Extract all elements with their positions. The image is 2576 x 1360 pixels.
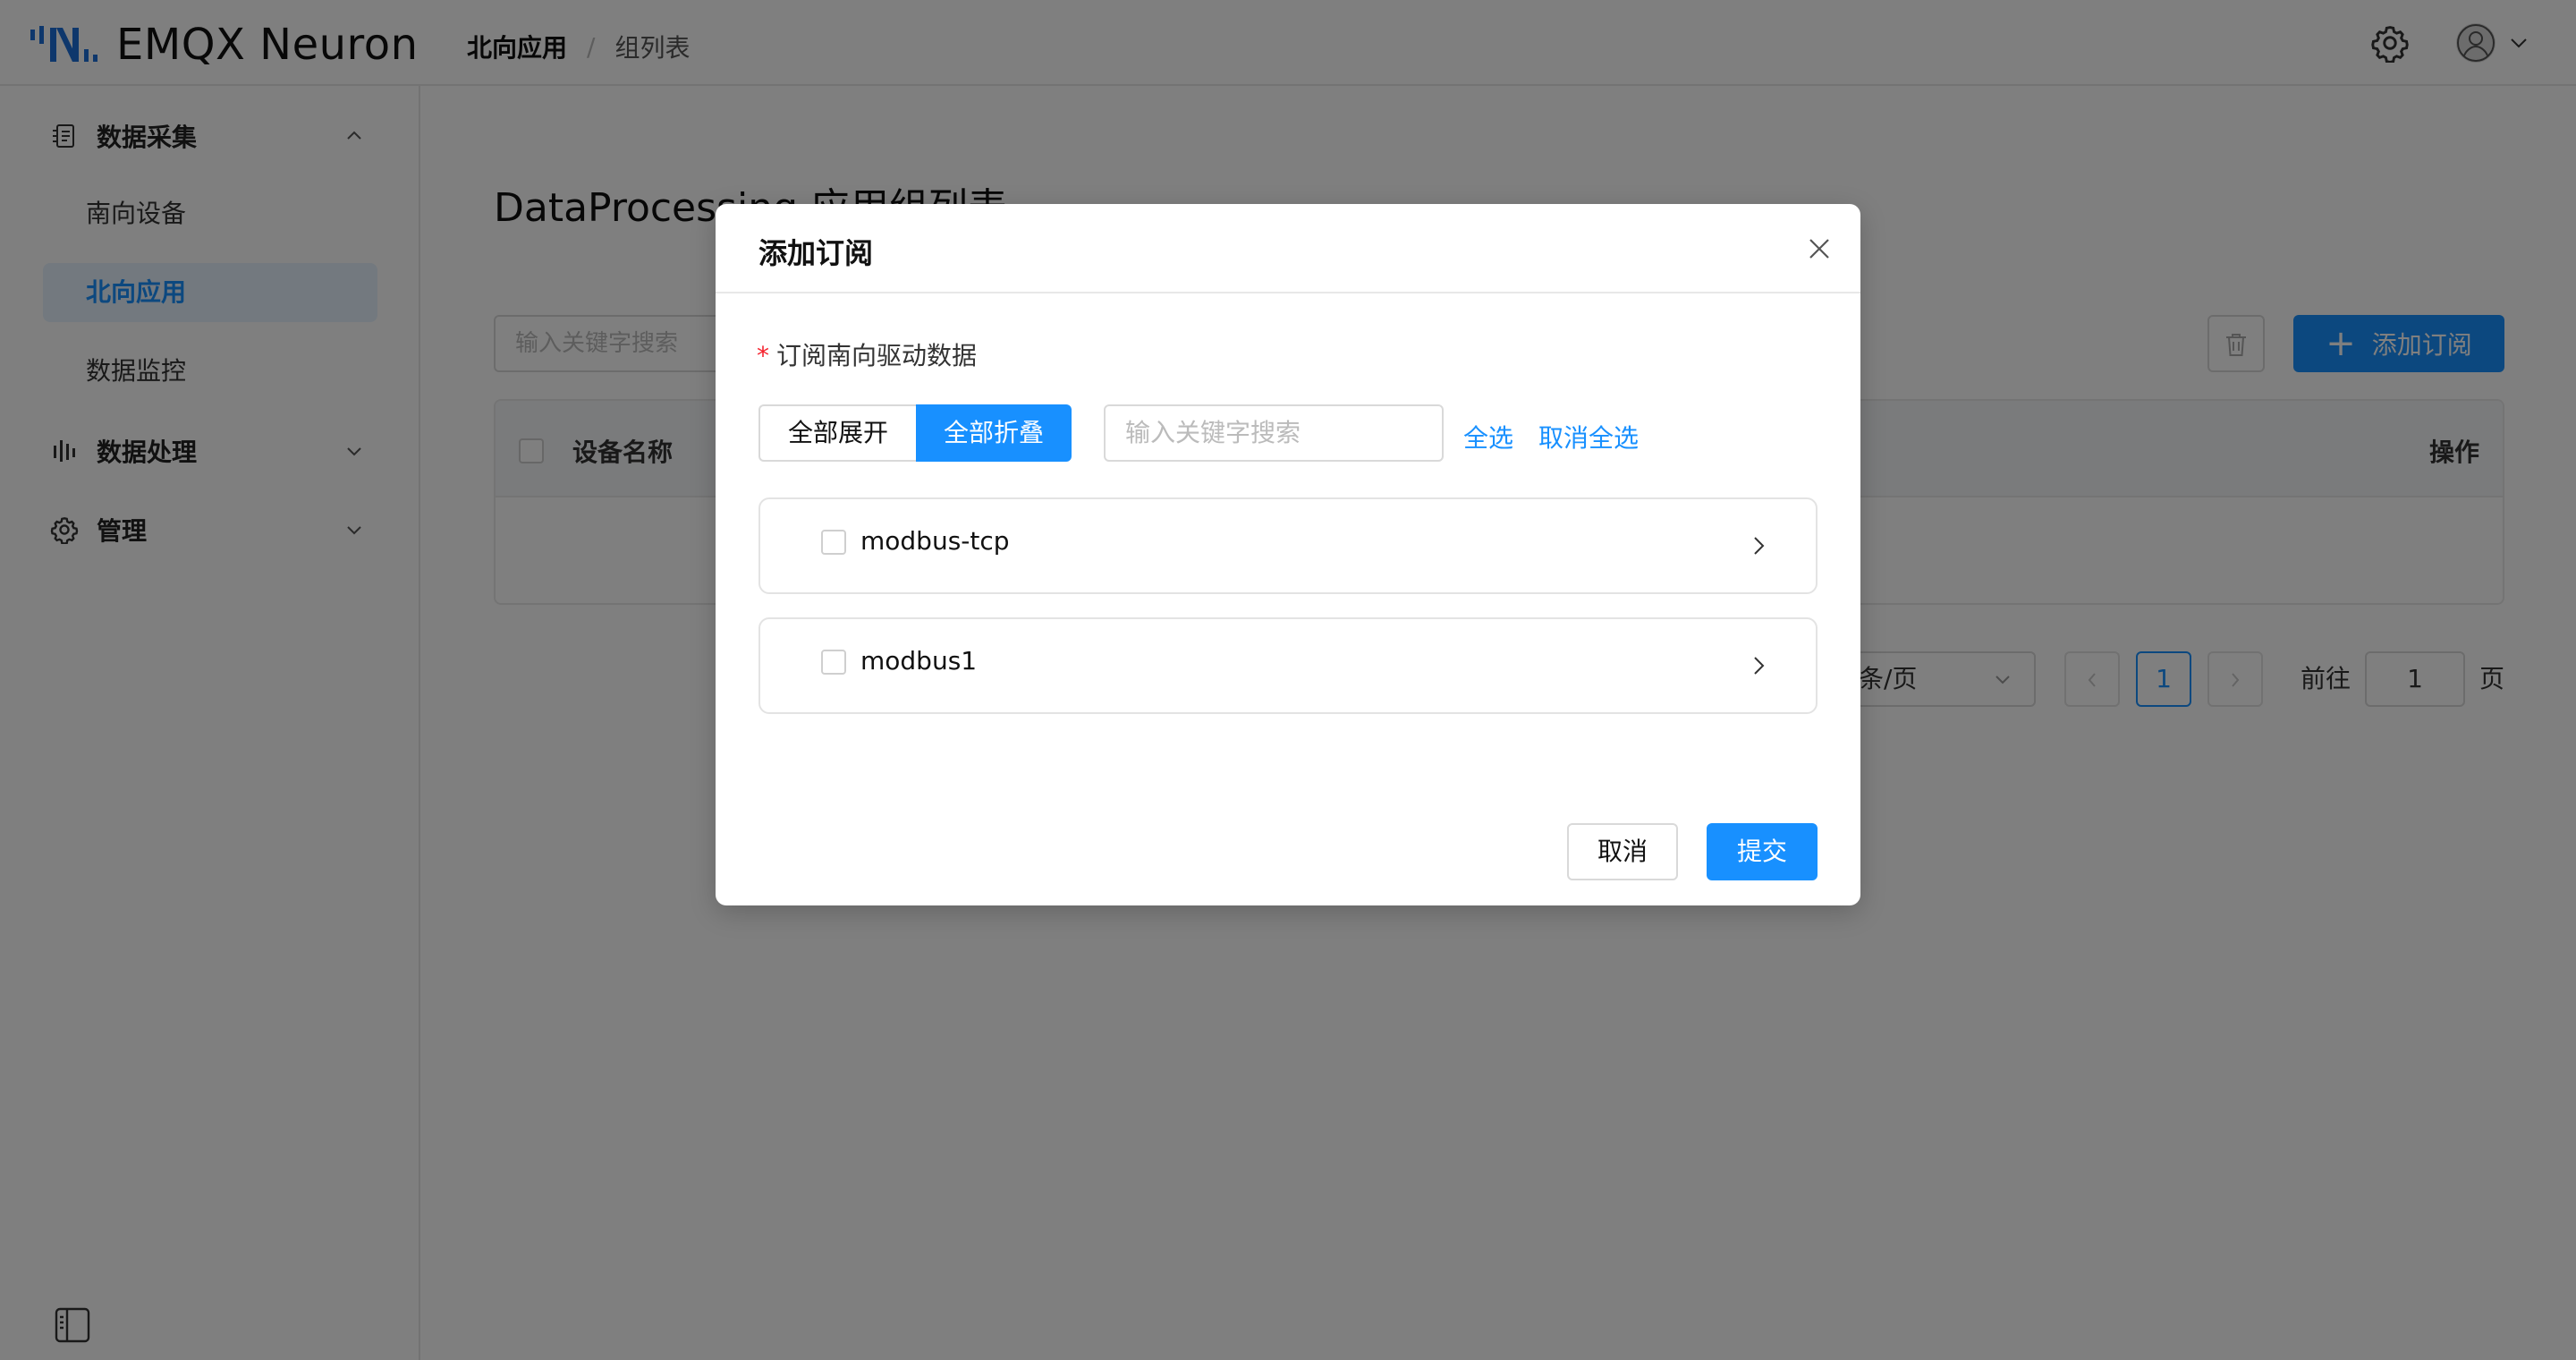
dialog-header: 添加订阅 xyxy=(716,204,1860,293)
expand-all-button[interactable]: 全部展开 xyxy=(758,404,916,462)
chevron-right-icon[interactable] xyxy=(1748,653,1769,678)
device-item-modbus-tcp[interactable]: modbus-tcp xyxy=(758,497,1818,594)
collapse-all-button[interactable]: 全部折叠 xyxy=(916,404,1072,462)
cancel-button[interactable]: 取消 xyxy=(1567,823,1678,880)
required-mark: * xyxy=(757,341,769,370)
chevron-right-icon[interactable] xyxy=(1748,533,1769,558)
select-all-link[interactable]: 全选 xyxy=(1463,419,1513,455)
dialog-title: 添加订阅 xyxy=(758,236,874,270)
field-label: * 订阅南向驱动数据 xyxy=(757,336,977,372)
deselect-all-link[interactable]: 取消全选 xyxy=(1538,419,1639,455)
close-icon[interactable] xyxy=(1805,234,1834,263)
device-name: modbus-tcp xyxy=(860,526,1010,556)
device-checkbox[interactable] xyxy=(821,530,846,555)
add-subscription-dialog: 添加订阅 * 订阅南向驱动数据 全部展开 全部折叠 输入关键字搜索 全选 取消全选… xyxy=(716,204,1860,905)
device-name: modbus1 xyxy=(860,646,978,676)
field-label-text: 订阅南向驱动数据 xyxy=(776,341,978,370)
device-search-input[interactable]: 输入关键字搜索 xyxy=(1104,404,1444,462)
device-checkbox[interactable] xyxy=(821,650,846,675)
device-item-modbus1[interactable]: modbus1 xyxy=(758,617,1818,714)
submit-button[interactable]: 提交 xyxy=(1707,823,1818,880)
